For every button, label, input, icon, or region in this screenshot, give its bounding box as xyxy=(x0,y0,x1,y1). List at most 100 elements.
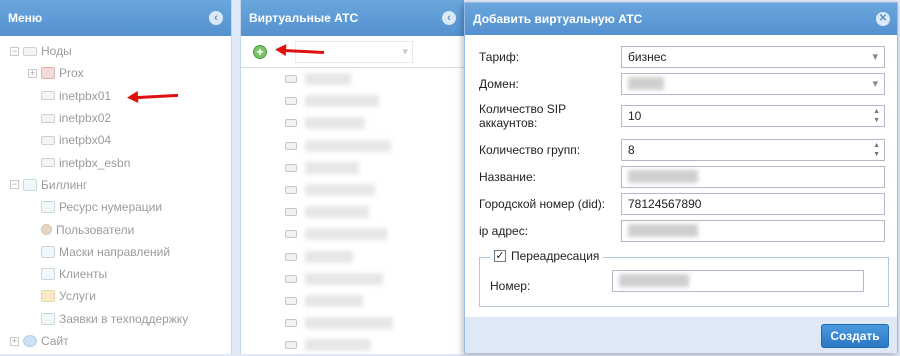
redacted-text xyxy=(305,339,371,352)
redacted-value xyxy=(628,224,698,237)
tree-item-clients[interactable]: Клиенты xyxy=(0,263,231,285)
server-icon xyxy=(285,97,297,106)
server-icon xyxy=(41,158,55,168)
collapse-minus-icon[interactable]: − xyxy=(10,46,19,56)
server-group-icon xyxy=(23,46,37,56)
server-icon xyxy=(285,208,297,217)
server-icon xyxy=(285,319,297,328)
tree-item-nodes[interactable]: − Ноды xyxy=(0,40,231,62)
list-item[interactable] xyxy=(241,179,464,201)
sip-accounts-stepper[interactable]: 10 ▲ ▼ xyxy=(621,105,885,127)
server-red-icon xyxy=(41,67,55,80)
virtual-pbx-panel: Виртуальные АТС ‹ + xyxy=(240,0,464,354)
list-item[interactable] xyxy=(241,157,464,179)
add-icon[interactable]: + xyxy=(253,44,267,59)
did-input[interactable]: 78124567890 xyxy=(621,193,885,215)
forwarding-checkbox[interactable]: ✓ xyxy=(494,250,506,262)
number-label: Номер: xyxy=(490,279,531,293)
tree-item-inetpbx-esbn[interactable]: inetpbx_esbn xyxy=(0,151,231,173)
server-icon xyxy=(285,230,297,239)
did-label: Городской номер (did): xyxy=(479,197,606,211)
create-button[interactable]: Создать xyxy=(821,324,889,348)
redacted-text xyxy=(305,73,351,86)
dialog-header: Добавить виртуальную АТС ✕ xyxy=(465,3,897,35)
tree-item-number-resource[interactable]: Ресурс нумерации xyxy=(0,196,231,218)
mask-icon xyxy=(41,245,55,258)
forwarding-fieldset: ✓ Переадресация Номер: xyxy=(479,249,889,307)
menu-tree: − Ноды + Prox inetpbx01 inetpbx02 inetpb… xyxy=(0,36,231,352)
spinner-arrows-icon[interactable]: ▲ ▼ xyxy=(873,107,880,125)
collapse-left-icon[interactable]: ‹ xyxy=(209,11,223,25)
server-icon xyxy=(285,252,297,261)
redacted-text xyxy=(305,228,387,241)
list-item[interactable] xyxy=(241,112,464,134)
menu-title: Меню xyxy=(8,11,43,25)
redacted-value xyxy=(619,274,689,287)
list-item[interactable] xyxy=(241,68,464,90)
tree-item-billing[interactable]: − Биллинг xyxy=(0,174,231,196)
forwarding-label: Переадресация xyxy=(511,249,600,263)
list-item[interactable] xyxy=(241,290,464,312)
tree-item-site[interactable]: + Сайт xyxy=(0,330,231,352)
spinner-arrows-icon[interactable]: ▲ ▼ xyxy=(873,141,880,159)
name-label: Название: xyxy=(479,170,536,184)
chevron-down-icon[interactable]: ▾ xyxy=(872,74,878,94)
list-item[interactable] xyxy=(241,201,464,223)
list-item[interactable] xyxy=(241,312,464,334)
ticket-icon xyxy=(41,312,55,325)
dialog-title: Добавить виртуальную АТС xyxy=(473,12,643,26)
menu-panel: Меню ‹ − Ноды + Prox inetpbx01 inetpbx02… xyxy=(0,0,232,354)
globe-icon xyxy=(23,335,37,347)
server-icon xyxy=(285,75,297,84)
list-item[interactable] xyxy=(241,90,464,112)
name-input[interactable] xyxy=(621,166,885,188)
domain-select[interactable]: ▾ xyxy=(621,73,885,95)
server-icon xyxy=(285,141,297,150)
redacted-text xyxy=(305,184,375,197)
list-item[interactable] xyxy=(241,135,464,157)
forwarding-legend: ✓ Переадресация xyxy=(490,249,604,263)
tariff-select[interactable]: бизнес ▾ xyxy=(621,46,885,68)
redacted-text xyxy=(305,206,369,219)
server-icon xyxy=(285,186,297,195)
dialog-footer: Создать xyxy=(465,317,897,353)
forward-number-input[interactable] xyxy=(612,270,864,292)
clients-icon xyxy=(41,268,55,281)
groups-label: Количество групп: xyxy=(479,143,581,157)
ip-label: ip адрес: xyxy=(479,224,529,238)
chevron-down-icon[interactable]: ▾ xyxy=(872,47,878,67)
redacted-value xyxy=(628,77,664,90)
redacted-value xyxy=(628,170,698,183)
tree-item-inetpbx02[interactable]: inetpbx02 xyxy=(0,107,231,129)
expand-plus-icon[interactable]: + xyxy=(10,336,19,346)
groups-stepper[interactable]: 8 ▲ ▼ xyxy=(621,139,885,161)
server-icon xyxy=(285,119,297,128)
list-item[interactable] xyxy=(241,334,464,356)
expand-plus-icon[interactable]: + xyxy=(28,68,37,78)
tree-item-support-tickets[interactable]: Заявки в техподдержку xyxy=(0,308,231,330)
vats-list xyxy=(241,68,464,356)
redacted-text xyxy=(305,272,383,285)
tree-item-inetpbx01[interactable]: inetpbx01 xyxy=(0,85,231,107)
redacted-text xyxy=(305,250,353,263)
collapse-left-icon[interactable]: ‹ xyxy=(442,11,456,25)
tree-item-inetpbx04[interactable]: inetpbx04 xyxy=(0,129,231,151)
list-item[interactable] xyxy=(241,246,464,268)
server-icon xyxy=(285,274,297,283)
tree-item-direction-masks[interactable]: Маски направлений xyxy=(0,241,231,263)
billing-icon xyxy=(23,178,37,191)
tree-item-services[interactable]: Услуги xyxy=(0,285,231,307)
splitter[interactable] xyxy=(232,0,240,354)
server-icon xyxy=(285,341,297,350)
tree-item-prox[interactable]: + Prox xyxy=(0,62,231,84)
list-item[interactable] xyxy=(241,223,464,245)
ip-input[interactable] xyxy=(621,220,885,242)
domain-label: Домен: xyxy=(479,77,519,91)
list-item[interactable] xyxy=(241,268,464,290)
collapse-minus-icon[interactable]: − xyxy=(10,180,19,190)
close-icon[interactable]: ✕ xyxy=(876,12,890,26)
document-icon xyxy=(41,201,55,214)
add-virtual-pbx-dialog: Добавить виртуальную АТС ✕ Тариф: бизнес… xyxy=(464,2,898,353)
redacted-text xyxy=(305,294,363,307)
tree-item-users[interactable]: Пользователи xyxy=(0,218,231,240)
